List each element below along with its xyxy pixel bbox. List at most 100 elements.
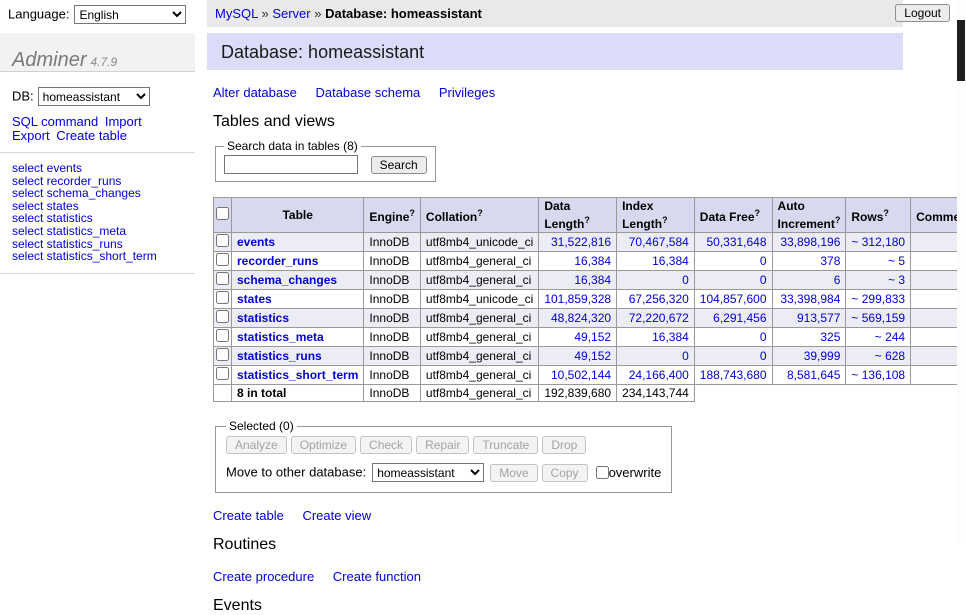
auto-increment-link[interactable]: 378 <box>820 254 840 268</box>
sidebar-table-link[interactable]: select statistics_short_term <box>12 250 183 263</box>
db-select[interactable]: homeassistant <box>38 87 150 106</box>
data-free-link[interactable]: 0 <box>760 349 767 363</box>
auto-increment-link[interactable]: 913,577 <box>797 311 840 325</box>
collation-cell: utf8mb4_general_ci <box>420 252 538 271</box>
index-length-cell: 16,384 <box>617 328 695 347</box>
data-length-link[interactable]: 49,152 <box>574 330 611 344</box>
index-length-link[interactable]: 16,384 <box>652 254 689 268</box>
language-select[interactable]: English <box>74 5 186 24</box>
auto-increment-link[interactable]: 33,398,984 <box>780 292 840 306</box>
select-all-checkbox[interactable] <box>216 207 229 220</box>
app-title: Adminer4.7.9 <box>0 33 195 72</box>
auto-increment-link[interactable]: 8,581,645 <box>787 368 840 382</box>
rows-link[interactable]: ~ 312,180 <box>851 235 905 249</box>
index-length-link[interactable]: 0 <box>682 273 689 287</box>
rows-link[interactable]: ~ 136,108 <box>851 368 905 382</box>
drop-button[interactable]: Drop <box>542 436 586 454</box>
row-checkbox[interactable] <box>216 310 229 323</box>
rows-link[interactable]: ~ 299,833 <box>851 292 905 306</box>
rows-cell: ~ 628 <box>846 347 911 366</box>
db-action-link[interactable]: Alter database <box>213 85 297 100</box>
create-link[interactable]: Create table <box>213 508 284 523</box>
scrollbar-thumb[interactable] <box>957 20 965 81</box>
analyze-button[interactable]: Analyze <box>226 436 287 454</box>
auto-increment-link[interactable]: 33,898,196 <box>780 235 840 249</box>
search-button[interactable]: Search <box>371 156 427 174</box>
auto-increment-link[interactable]: 39,999 <box>804 349 841 363</box>
sidebar-table-link[interactable]: select statistics_meta <box>12 225 183 238</box>
table-name-link[interactable]: events <box>237 235 275 249</box>
create-link[interactable]: Create view <box>302 508 371 523</box>
logout-button[interactable]: Logout <box>895 4 950 22</box>
index-length-link[interactable]: 16,384 <box>652 330 689 344</box>
table-name-link[interactable]: recorder_runs <box>237 254 318 268</box>
data-length-link[interactable]: 49,152 <box>574 349 611 363</box>
table-row: statesInnoDButf8mb4_unicode_ci101,859,32… <box>214 290 966 309</box>
table-name-link[interactable]: statistics <box>237 311 289 325</box>
data-length-link[interactable]: 31,522,816 <box>551 235 611 249</box>
auto-increment-cell: 913,577 <box>772 309 846 328</box>
data-length-link[interactable]: 16,384 <box>574 273 611 287</box>
row-checkbox[interactable] <box>216 234 229 247</box>
data-length-link[interactable]: 10,502,144 <box>551 368 611 382</box>
move-db-select[interactable]: homeassistant <box>372 463 484 482</box>
row-checkbox[interactable] <box>216 367 229 380</box>
row-checkbox[interactable] <box>216 329 229 342</box>
scrollbar[interactable] <box>957 0 966 543</box>
sidebar-table-links: select eventsselect recorder_runsselect … <box>0 153 195 274</box>
row-checkbox[interactable] <box>216 291 229 304</box>
data-free-link[interactable]: 188,743,680 <box>700 368 767 382</box>
sidebar-action-link[interactable]: Create table <box>56 128 127 143</box>
index-length-link[interactable]: 70,467,584 <box>629 235 689 249</box>
data-length-link[interactable]: 101,859,328 <box>544 292 611 306</box>
data-free-link[interactable]: 0 <box>760 330 767 344</box>
sidebar-action-link[interactable]: SQL command <box>12 114 98 129</box>
search-input[interactable] <box>224 155 358 174</box>
index-length-link[interactable]: 72,220,672 <box>629 311 689 325</box>
copy-button[interactable]: Copy <box>542 464 588 482</box>
data-free-link[interactable]: 104,857,600 <box>700 292 767 306</box>
table-name-link[interactable]: statistics_meta <box>237 330 324 344</box>
table-name-link[interactable]: schema_changes <box>237 273 337 287</box>
rows-link[interactable]: ~ 5 <box>888 254 905 268</box>
repair-button[interactable]: Repair <box>416 436 469 454</box>
breadcrumb-link[interactable]: Server <box>272 6 310 21</box>
db-action-link[interactable]: Database schema <box>315 85 420 100</box>
table-name-link[interactable]: states <box>237 292 272 306</box>
rows-link[interactable]: ~ 569,159 <box>851 311 905 325</box>
rows-link[interactable]: ~ 628 <box>875 349 905 363</box>
sidebar-action-link[interactable]: Import <box>105 114 142 129</box>
move-button[interactable]: Move <box>490 464 537 482</box>
sidebar-table-link[interactable]: select schema_changes <box>12 187 183 200</box>
data-length-link[interactable]: 48,824,320 <box>551 311 611 325</box>
check-button[interactable]: Check <box>360 436 412 454</box>
index-length-link[interactable]: 67,256,320 <box>629 292 689 306</box>
index-length-link[interactable]: 0 <box>682 349 689 363</box>
data-free-link[interactable]: 50,331,648 <box>706 235 766 249</box>
sidebar-table-link[interactable]: select events <box>12 162 183 175</box>
overwrite-checkbox[interactable] <box>596 466 609 479</box>
help-superscript: ? <box>662 215 668 225</box>
rows-link[interactable]: ~ 244 <box>875 330 905 344</box>
row-checkbox[interactable] <box>216 348 229 361</box>
auto-increment-link[interactable]: 6 <box>834 273 841 287</box>
index-length-link[interactable]: 24,166,400 <box>629 368 689 382</box>
data-free-link[interactable]: 0 <box>760 273 767 287</box>
db-action-link[interactable]: Privileges <box>439 85 495 100</box>
table-name-link[interactable]: statistics_runs <box>237 349 322 363</box>
rows-link[interactable]: ~ 3 <box>888 273 905 287</box>
routine-link[interactable]: Create function <box>333 569 421 584</box>
row-checkbox[interactable] <box>216 272 229 285</box>
overwrite-option: overwrite <box>596 465 662 480</box>
data-length-link[interactable]: 16,384 <box>574 254 611 268</box>
table-name-link[interactable]: statistics_short_term <box>237 368 358 382</box>
row-checkbox[interactable] <box>216 253 229 266</box>
breadcrumb-link[interactable]: MySQL <box>215 6 258 21</box>
sidebar-action-link[interactable]: Export <box>12 128 50 143</box>
routine-link[interactable]: Create procedure <box>213 569 314 584</box>
truncate-button[interactable]: Truncate <box>473 436 538 454</box>
optimize-button[interactable]: Optimize <box>291 436 356 454</box>
data-free-link[interactable]: 0 <box>760 254 767 268</box>
auto-increment-link[interactable]: 325 <box>820 330 840 344</box>
data-free-link[interactable]: 6,291,456 <box>713 311 766 325</box>
